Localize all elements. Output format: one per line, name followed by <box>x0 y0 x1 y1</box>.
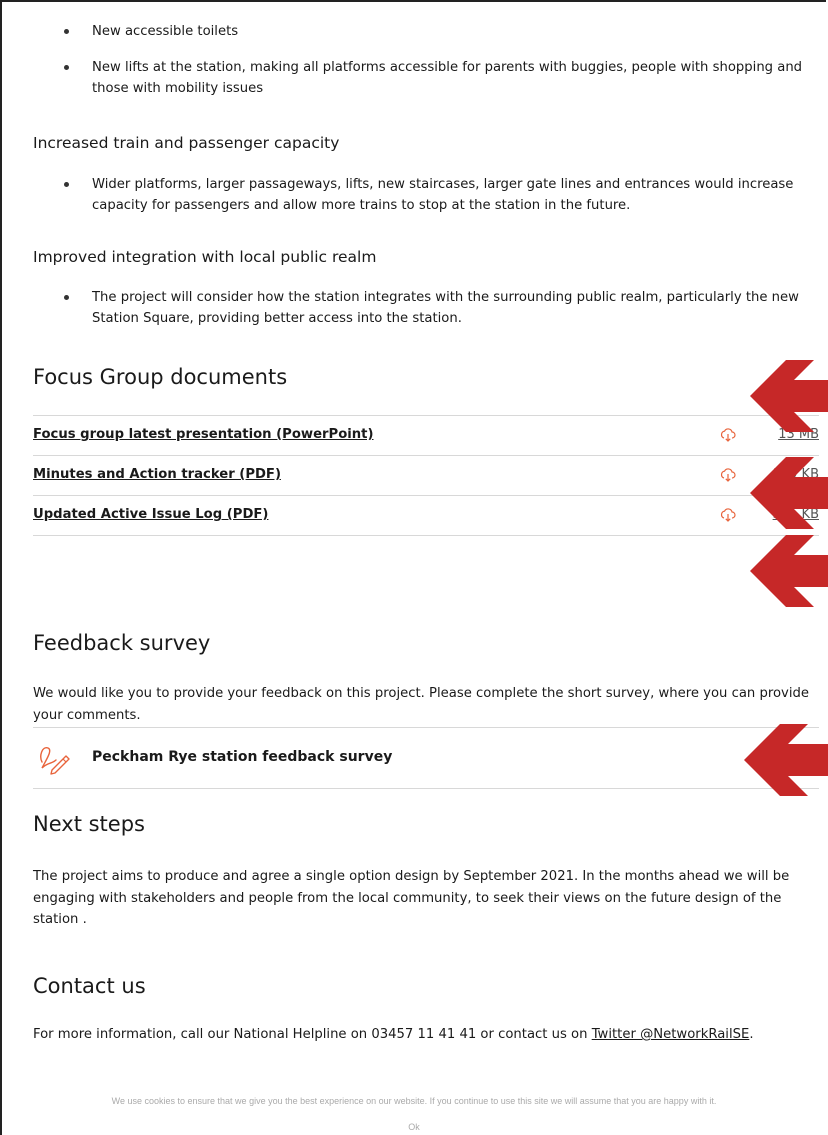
document-row: Focus group latest presentation (PowerPo… <box>33 416 819 456</box>
integration-heading: Improved integration with local public r… <box>33 248 377 266</box>
contact-heading: Contact us <box>33 974 146 998</box>
download-icon[interactable] <box>720 507 736 523</box>
list-item: New accessible toilets <box>33 21 819 42</box>
feedback-intro: We would like you to provide your feedba… <box>33 686 809 723</box>
document-row: Updated Active Issue Log (PDF) 371 KB <box>33 496 819 536</box>
capacity-list: Wider platforms, larger passageways, lif… <box>33 174 819 216</box>
document-link[interactable]: Minutes and Action tracker (PDF) <box>33 467 281 482</box>
survey-link-row[interactable]: Peckham Rye station feedback survey → <box>33 727 819 789</box>
list-item: Wider platforms, larger passageways, lif… <box>33 174 819 216</box>
twitter-link[interactable]: Twitter @NetworkRailSE <box>592 1027 750 1042</box>
page-frame <box>0 0 826 1135</box>
download-icon[interactable] <box>720 467 736 483</box>
list-item: The project will consider how the statio… <box>33 287 819 329</box>
document-link[interactable]: Focus group latest presentation (PowerPo… <box>33 427 374 442</box>
next-steps-body: The project aims to produce and agree a … <box>33 869 790 927</box>
document-row: Minutes and Action tracker (PDF) 119 KB <box>33 456 819 496</box>
capacity-heading: Increased train and passenger capacity <box>33 134 340 152</box>
document-link[interactable]: Updated Active Issue Log (PDF) <box>33 507 268 522</box>
survey-link-label[interactable]: Peckham Rye station feedback survey <box>92 749 392 765</box>
chevron-left-decoration <box>750 535 828 607</box>
contact-body: For more information, call our National … <box>33 1024 819 1046</box>
feedback-heading: Feedback survey <box>33 631 211 655</box>
integration-list: The project will consider how the statio… <box>33 287 819 329</box>
cookie-ok-button[interactable]: Ok <box>0 1122 828 1132</box>
list-item: New lifts at the station, making all pla… <box>33 57 819 99</box>
chevron-left-decoration <box>744 724 828 796</box>
next-steps-heading: Next steps <box>33 812 145 836</box>
chevron-left-decoration <box>750 360 828 432</box>
cookie-message: We use cookies to ensure that we give yo… <box>111 1096 717 1106</box>
contact-text-suffix: . <box>749 1027 754 1042</box>
chevron-left-decoration <box>750 457 828 529</box>
focus-docs-heading: Focus Group documents <box>33 365 288 389</box>
download-icon[interactable] <box>720 427 736 443</box>
documents-list: Focus group latest presentation (PowerPo… <box>33 415 819 536</box>
accessibility-list: New accessible toilets New lifts at the … <box>33 21 819 99</box>
contact-text: For more information, call our National … <box>33 1027 592 1042</box>
signature-pen-icon <box>40 747 70 775</box>
